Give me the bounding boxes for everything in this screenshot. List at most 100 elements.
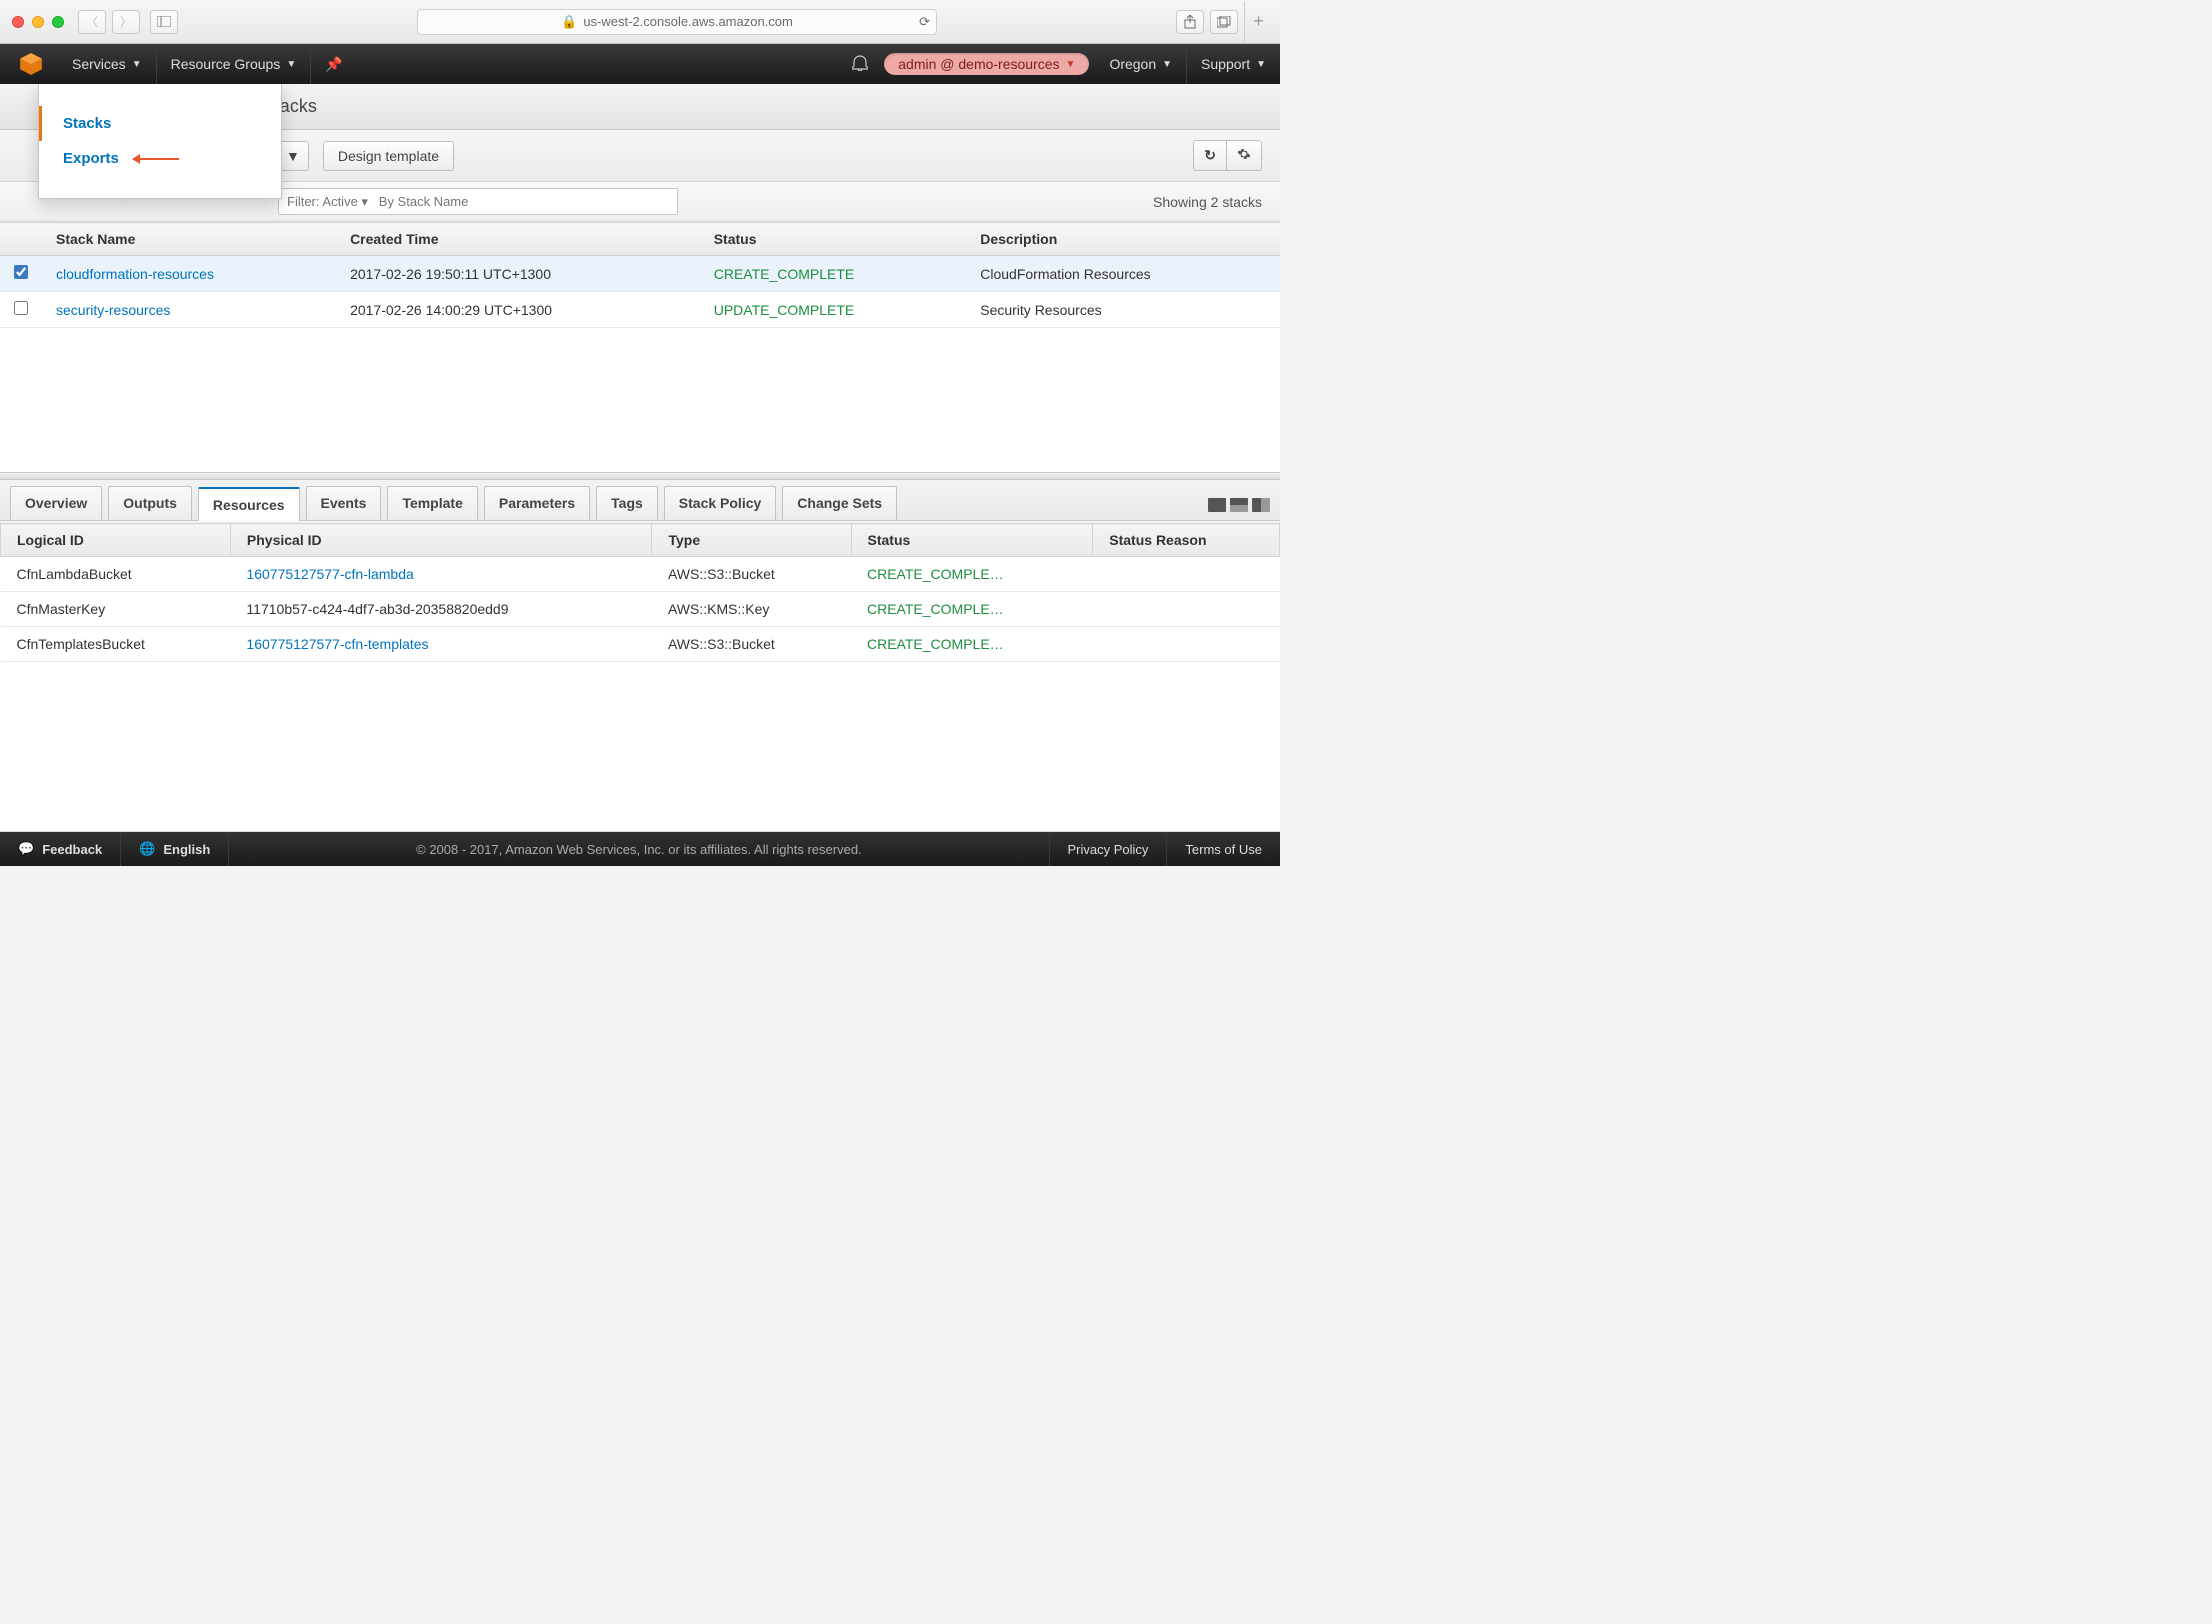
pin-icon[interactable]: 📌 <box>311 56 356 73</box>
table-row[interactable]: CfnMasterKey 11710b57-c424-4df7-ab3d-203… <box>1 592 1280 627</box>
table-row[interactable]: CfnTemplatesBucket 160775127577-cfn-temp… <box>1 627 1280 662</box>
col-description[interactable]: Description <box>966 223 1280 256</box>
privacy-policy-link[interactable]: Privacy Policy <box>1049 832 1167 866</box>
cell-type: AWS::S3::Bucket <box>652 557 851 592</box>
pane-splitter[interactable] <box>0 472 1280 480</box>
col-logical-id[interactable]: Logical ID <box>1 524 231 557</box>
stack-name-link[interactable]: security-resources <box>56 302 170 318</box>
detail-tabs: OverviewOutputsResourcesEventsTemplatePa… <box>0 480 1280 521</box>
dropdown-exports-label: Exports <box>63 150 119 167</box>
tab-tags[interactable]: Tags <box>596 486 658 520</box>
col-created-time[interactable]: Created Time <box>336 223 700 256</box>
stack-name-link[interactable]: cloudformation-resources <box>56 266 214 282</box>
gear-icon <box>1237 147 1251 161</box>
cell-status: UPDATE_COMPLETE <box>700 292 967 328</box>
col-res-status[interactable]: Status <box>851 524 1093 557</box>
forward-button[interactable]: 〉 <box>112 10 140 34</box>
settings-button[interactable] <box>1227 140 1262 171</box>
nav-services[interactable]: Services ▼ <box>58 44 157 84</box>
chevron-down-icon: ▼ <box>286 59 296 70</box>
tabs-button[interactable] <box>1210 10 1238 34</box>
cell-created: 2017-02-26 19:50:11 UTC+1300 <box>336 256 700 292</box>
dropdown-item-exports[interactable]: Exports <box>39 141 281 176</box>
speech-bubble-icon: 💬 <box>18 841 34 857</box>
share-button[interactable] <box>1176 10 1204 34</box>
copyright: © 2008 - 2017, Amazon Web Services, Inc.… <box>229 842 1048 857</box>
aws-logo-icon[interactable] <box>18 51 44 77</box>
cell-logical: CfnLambdaBucket <box>1 557 231 592</box>
terms-of-use-link[interactable]: Terms of Use <box>1166 832 1280 866</box>
address-bar[interactable]: 🔒 us-west-2.console.aws.amazon.com ⟳ <box>417 9 937 35</box>
row-checkbox[interactable] <box>14 301 28 315</box>
back-button[interactable]: 〈 <box>78 10 106 34</box>
tab-stack-policy[interactable]: Stack Policy <box>664 486 777 520</box>
row-checkbox[interactable] <box>14 265 28 279</box>
col-physical-id[interactable]: Physical ID <box>230 524 652 557</box>
chevron-down-icon: ▼ <box>1256 59 1266 70</box>
feedback-label: Feedback <box>42 842 102 857</box>
resources-table: Logical ID Physical ID Type Status Statu… <box>0 523 1280 662</box>
feedback-link[interactable]: 💬 Feedback <box>0 832 121 866</box>
notifications-icon[interactable] <box>836 53 884 76</box>
tab-template[interactable]: Template <box>387 486 477 520</box>
support-label: Support <box>1201 56 1250 72</box>
tab-events[interactable]: Events <box>306 486 382 520</box>
support-menu[interactable]: Support ▼ <box>1187 44 1280 84</box>
close-window[interactable] <box>12 16 24 28</box>
showing-count: Showing 2 stacks <box>1153 194 1262 210</box>
tab-resources[interactable]: Resources <box>198 487 300 521</box>
dropdown-item-stacks[interactable]: Stacks <box>39 106 281 141</box>
tab-outputs[interactable]: Outputs <box>108 486 192 520</box>
tab-overview[interactable]: Overview <box>10 486 102 520</box>
layout-split-h-icon[interactable] <box>1230 498 1248 512</box>
layout-full-icon[interactable] <box>1208 498 1226 512</box>
layout-switcher[interactable] <box>1208 498 1270 520</box>
layout-split-v-icon[interactable] <box>1252 498 1270 512</box>
new-tab-button[interactable]: + <box>1244 2 1272 42</box>
region-label: Oregon <box>1109 56 1156 72</box>
cell-created: 2017-02-26 14:00:29 UTC+1300 <box>336 292 700 328</box>
actions-caret-button[interactable]: ▼ <box>278 141 309 171</box>
window-controls <box>12 16 64 28</box>
col-status-reason[interactable]: Status Reason <box>1093 524 1280 557</box>
cell-type: AWS::KMS::Key <box>652 592 851 627</box>
account-menu[interactable]: admin @ demo-resources ▼ <box>884 53 1089 75</box>
physical-id-link[interactable]: 160775127577-cfn-templates <box>246 636 428 652</box>
stack-filter-input[interactable] <box>278 188 678 215</box>
col-status[interactable]: Status <box>700 223 967 256</box>
table-row[interactable]: cloudformation-resources 2017-02-26 19:5… <box>0 256 1280 292</box>
physical-id-text: 11710b57-c424-4df7-ab3d-20358820edd9 <box>246 601 508 617</box>
language-selector[interactable]: 🌐 English <box>121 832 229 866</box>
table-row[interactable]: CfnLambdaBucket 160775127577-cfn-lambda … <box>1 557 1280 592</box>
design-template-button[interactable]: Design template <box>323 141 454 171</box>
tab-parameters[interactable]: Parameters <box>484 486 590 520</box>
nav-resource-groups-label: Resource Groups <box>171 56 281 72</box>
reload-icon[interactable]: ⟳ <box>919 14 930 30</box>
cell-res-status: CREATE_COMPLE… <box>851 557 1093 592</box>
refresh-button[interactable]: ↻ <box>1193 140 1227 171</box>
globe-icon: 🌐 <box>139 841 155 857</box>
maximize-window[interactable] <box>52 16 64 28</box>
aws-top-nav: Services ▼ Resource Groups ▼ 📌 admin @ d… <box>0 44 1280 84</box>
nav-resource-groups[interactable]: Resource Groups ▼ <box>157 44 312 84</box>
minimize-window[interactable] <box>32 16 44 28</box>
account-label: admin @ demo-resources <box>898 56 1059 72</box>
cell-res-status: CREATE_COMPLE… <box>851 592 1093 627</box>
url-text: us-west-2.console.aws.amazon.com <box>583 14 793 29</box>
lock-icon: 🔒 <box>561 14 577 30</box>
chevron-down-icon: ▼ <box>1066 59 1076 70</box>
cell-logical: CfnTemplatesBucket <box>1 627 231 662</box>
region-menu[interactable]: Oregon ▼ <box>1095 44 1187 84</box>
sidebar-toggle[interactable] <box>150 10 178 34</box>
nav-services-label: Services <box>72 56 126 72</box>
col-type[interactable]: Type <box>652 524 851 557</box>
chevron-down-icon: ▼ <box>1162 59 1172 70</box>
col-stack-name[interactable]: Stack Name <box>42 223 336 256</box>
language-label: English <box>163 842 210 857</box>
dropdown-stacks-label: Stacks <box>63 115 111 132</box>
tab-change-sets[interactable]: Change Sets <box>782 486 897 520</box>
browser-chrome: 〈 〉 🔒 us-west-2.console.aws.amazon.com ⟳… <box>0 0 1280 44</box>
table-row[interactable]: security-resources 2017-02-26 14:00:29 U… <box>0 292 1280 328</box>
chevron-down-icon: ▼ <box>132 59 142 70</box>
physical-id-link[interactable]: 160775127577-cfn-lambda <box>246 566 413 582</box>
